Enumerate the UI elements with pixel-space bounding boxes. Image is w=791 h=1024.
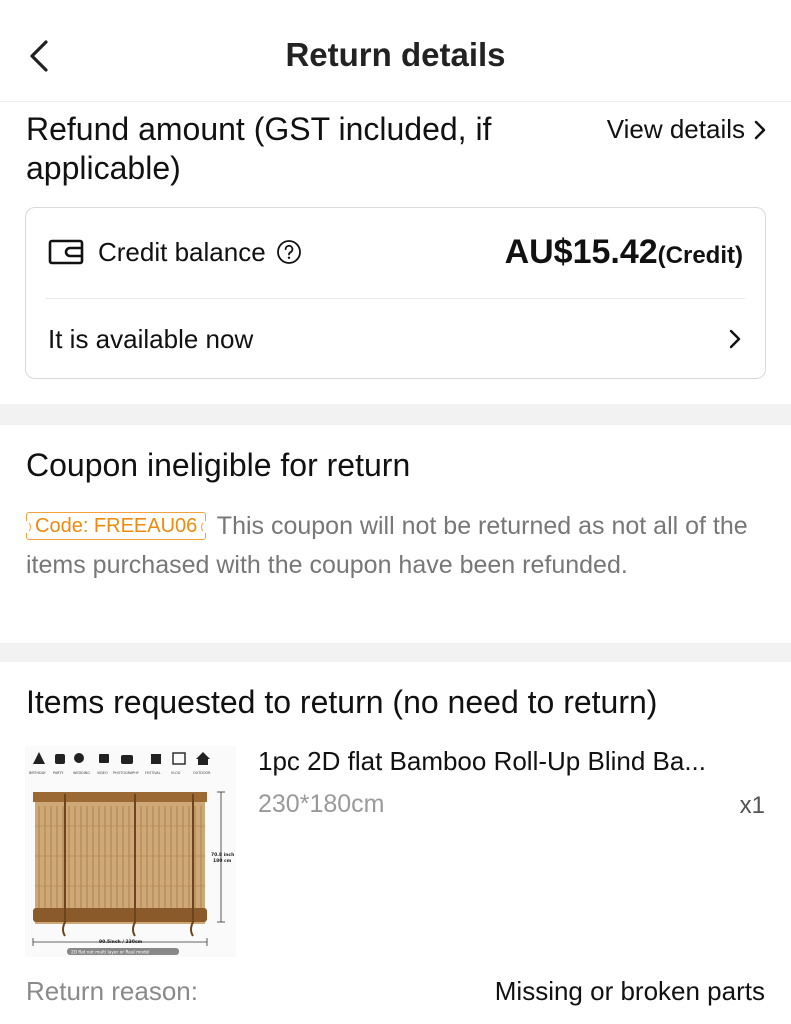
- wallet-icon: [48, 239, 84, 265]
- product-quantity: x1: [739, 792, 765, 819]
- header-bar: Return details: [0, 0, 791, 102]
- chevron-right-icon: [754, 120, 766, 139]
- bamboo-blind-image: BIRTHDAY PARTY WEDDING VIDEO PHOTOGRAPHY…: [25, 746, 236, 957]
- image-note: 2D flat not multi layer or Real model: [71, 950, 149, 956]
- image-caption: BIRTHDAY: [29, 771, 47, 775]
- image-caption: OUTDOOR: [193, 771, 211, 775]
- refund-section: Refund amount (GST included, if applicab…: [0, 102, 791, 404]
- availability-row[interactable]: It is available now: [48, 318, 743, 360]
- height-cm-label: 180 cm: [213, 858, 232, 864]
- refund-amount-title: Refund amount (GST included, if applicab…: [26, 111, 492, 186]
- section-divider: [0, 643, 791, 662]
- width-label: 90.5inch / 230cm: [99, 939, 143, 945]
- image-caption: FESTIVAL: [145, 771, 161, 775]
- image-caption: WEDDING: [73, 771, 90, 775]
- credit-balance-row: Credit balance AU$15.42 (Credit): [48, 230, 743, 274]
- return-reason-value: Missing or broken parts: [494, 976, 765, 1006]
- items-title: Items requested to return (no need to re…: [26, 684, 658, 720]
- coupon-description: Code: FREEAU06 This coupon will not be r…: [20, 507, 761, 585]
- height-label: 70.8 inch: [211, 852, 234, 858]
- page-title: Return details: [285, 36, 506, 73]
- section-divider: [0, 404, 791, 425]
- card-divider: [46, 298, 745, 299]
- image-caption: VLOG: [171, 771, 181, 775]
- view-details-link[interactable]: View details: [607, 114, 767, 145]
- return-reason-label: Return reason:: [26, 976, 198, 1006]
- product-name[interactable]: 1pc 2D flat Bamboo Roll-Up Blind Ba...: [258, 746, 768, 777]
- view-details-label: View details: [606, 114, 745, 144]
- image-caption: PARTY: [53, 771, 64, 775]
- help-icon[interactable]: [276, 239, 302, 265]
- coupon-title: Coupon ineligible for return: [26, 447, 411, 483]
- product-image[interactable]: BIRTHDAY PARTY WEDDING VIDEO PHOTOGRAPHY…: [25, 746, 236, 957]
- image-caption: PHOTOGRAPHY: [113, 771, 140, 775]
- product-variant: 230*180cm: [258, 790, 385, 818]
- amount-suffix: (Credit): [657, 241, 743, 269]
- credit-balance-card: Credit balance AU$15.42 (Credit) It is a…: [25, 207, 766, 379]
- coupon-section: Coupon ineligible for return Code: FREEA…: [0, 425, 791, 643]
- image-caption: VIDEO: [97, 771, 108, 775]
- amount-value: AU$15.42: [504, 232, 658, 271]
- availability-text: It is available now: [48, 323, 254, 354]
- coupon-code-tag: Code: FREEAU06: [20, 512, 212, 540]
- credit-amount: AU$15.42 (Credit): [505, 233, 743, 272]
- credit-balance-label: Credit balance: [98, 236, 266, 267]
- items-section: Items requested to return (no need to re…: [0, 662, 791, 1024]
- chevron-right-icon: [729, 329, 741, 349]
